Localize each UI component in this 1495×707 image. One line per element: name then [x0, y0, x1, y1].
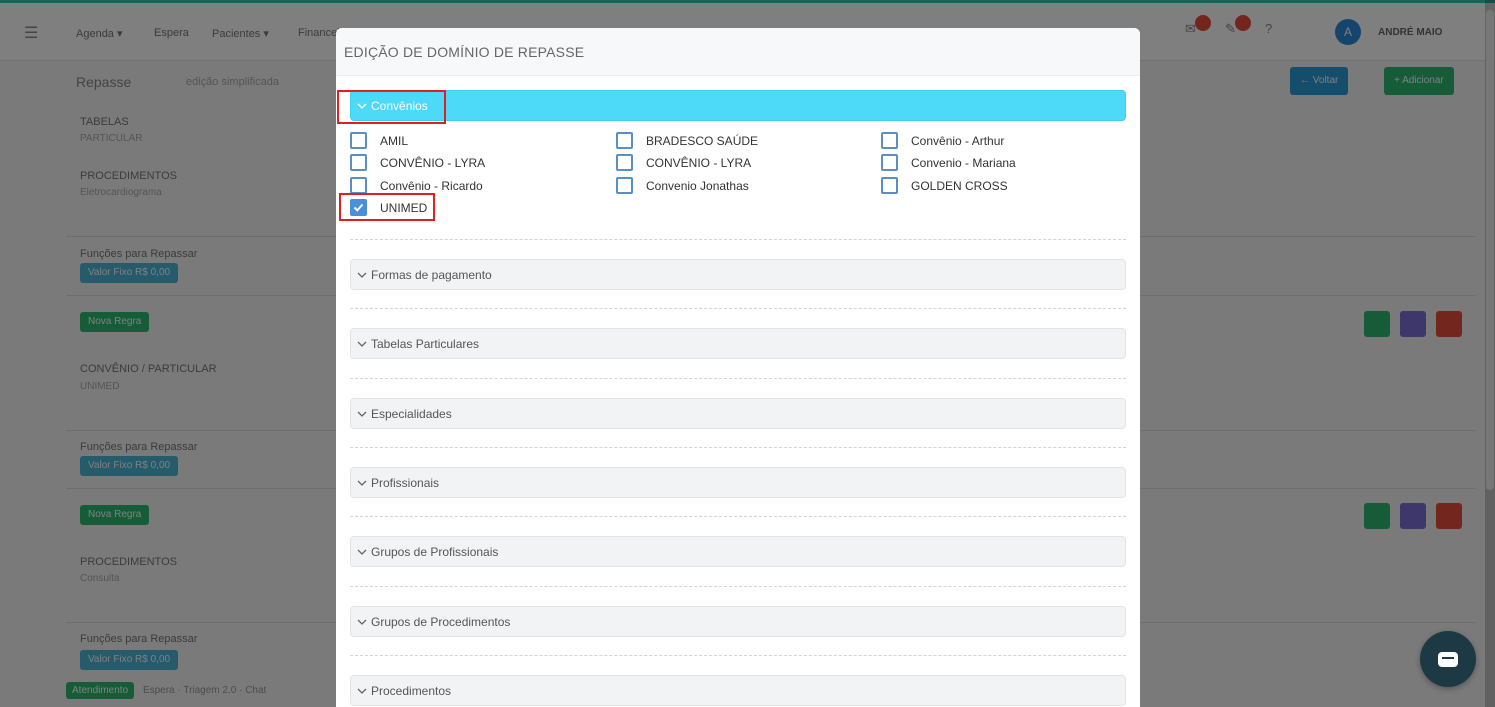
section-label: Tabelas Particulares — [371, 337, 480, 351]
checkbox[interactable] — [881, 177, 898, 194]
checkbox[interactable] — [616, 132, 633, 149]
checkbox-label: BRADESCO SAÚDE — [646, 134, 759, 148]
section-label: Grupos de Procedimentos — [371, 615, 511, 629]
checkbox-label: Convenio Jonathas — [646, 179, 749, 193]
section-label: Procedimentos — [371, 684, 452, 698]
section-divider — [350, 308, 1126, 309]
section-toggle-grupos-procedimentos[interactable]: Grupos de Procedimentos — [350, 606, 1126, 637]
section-toggle-tabelas-particulares[interactable]: Tabelas Particulares — [350, 328, 1126, 359]
section-toggle-formas-pagamento[interactable]: Formas de pagamento — [350, 259, 1126, 290]
checkbox-label: CONVÊNIO - LYRA — [380, 156, 486, 170]
checkbox[interactable] — [881, 154, 898, 171]
section-toggle-grupos-profissionais[interactable]: Grupos de Profissionais — [350, 536, 1126, 567]
chevron-down-icon — [357, 478, 367, 488]
chevron-down-icon — [357, 686, 367, 696]
checkbox-label: Convênio - Ricardo — [380, 179, 483, 193]
checkbox[interactable] — [350, 154, 367, 171]
chevron-down-icon — [357, 270, 367, 280]
checkbox[interactable] — [350, 132, 367, 149]
checkbox[interactable] — [350, 177, 367, 194]
section-label: Grupos de Profissionais — [371, 545, 499, 559]
section-divider — [350, 516, 1126, 517]
chevron-down-icon — [357, 617, 367, 627]
checkbox-label: Convênio - Arthur — [911, 134, 1005, 148]
modal-title: EDIÇÃO DE DOMÍNIO DE REPASSE — [344, 44, 585, 60]
checkbox-label: AMIL — [380, 134, 409, 148]
chat-bubble-icon — [1438, 652, 1458, 667]
section-divider — [350, 586, 1126, 587]
section-divider — [350, 447, 1126, 448]
section-divider — [350, 655, 1126, 656]
chevron-down-icon — [357, 339, 367, 349]
checkbox-label: CONVÊNIO - LYRA — [646, 156, 752, 170]
section-toggle-especialidades[interactable]: Especialidades — [350, 398, 1126, 429]
modal-header: EDIÇÃO DE DOMÍNIO DE REPASSE — [336, 28, 1140, 76]
checkbox[interactable] — [616, 177, 633, 194]
section-toggle-convenios[interactable]: Convênios — [350, 90, 1126, 121]
section-toggle-procedimentos[interactable]: Procedimentos — [350, 675, 1126, 706]
section-label: Formas de pagamento — [371, 268, 492, 282]
checkbox[interactable] — [881, 132, 898, 149]
section-toggle-profissionais[interactable]: Profissionais — [350, 467, 1126, 498]
section-label: Especialidades — [371, 407, 452, 421]
highlight-annotation — [339, 193, 435, 221]
scrollbar-thumb[interactable] — [1486, 10, 1494, 490]
chevron-down-icon — [357, 547, 367, 557]
chevron-down-icon — [357, 409, 367, 419]
page-scrollbar[interactable] — [1485, 0, 1495, 707]
section-divider — [350, 378, 1126, 379]
section-divider — [350, 239, 1126, 240]
checkbox-label: GOLDEN CROSS — [911, 179, 1008, 193]
checkbox[interactable] — [616, 154, 633, 171]
domain-edit-modal: EDIÇÃO DE DOMÍNIO DE REPASSE Convênios A… — [336, 28, 1140, 707]
chat-bubble-button[interactable] — [1420, 631, 1476, 687]
highlight-annotation — [337, 90, 446, 124]
checkbox-label: Convenio - Mariana — [911, 156, 1016, 170]
section-label: Profissionais — [371, 476, 440, 490]
